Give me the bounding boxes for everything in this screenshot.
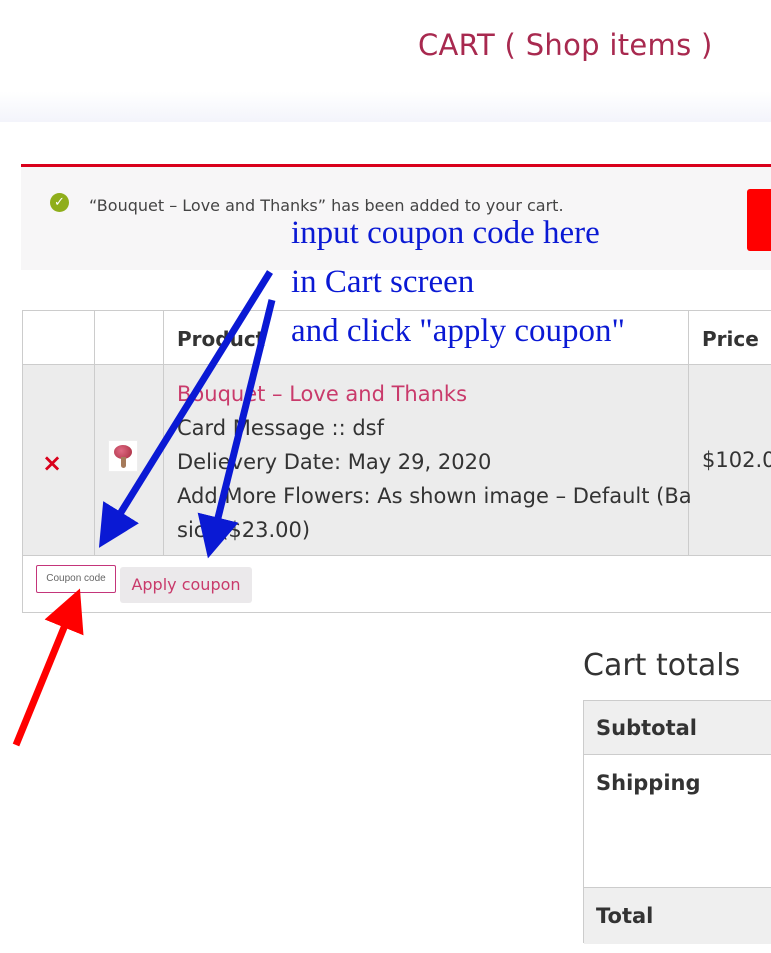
annotation-arrows bbox=[12, 270, 276, 747]
blue-arrow-to-button bbox=[197, 299, 276, 559]
red-arrow-to-input bbox=[12, 588, 84, 747]
